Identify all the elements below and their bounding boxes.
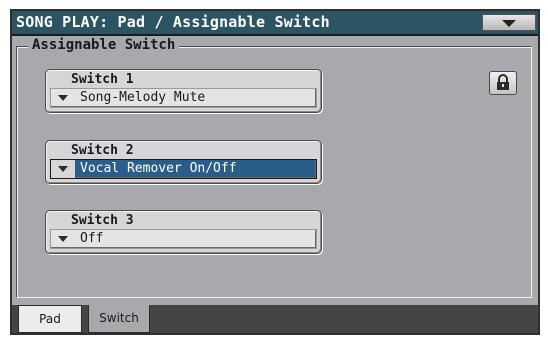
triangle-down-icon <box>58 166 68 172</box>
switch-3-value: Off <box>80 231 104 246</box>
title-bar: SONG PLAY: Pad / Assignable Switch <box>12 11 538 36</box>
lock-icon <box>497 74 509 90</box>
switch-3-dropdown-button[interactable] <box>51 230 75 248</box>
chevron-down-icon <box>502 20 516 27</box>
parameter-lock-button[interactable] <box>489 71 517 95</box>
switch-1-value: Song-Melody Mute <box>80 90 206 105</box>
switch-2-value: Vocal Remover On/Off <box>80 161 237 176</box>
page-title: SONG PLAY: Pad / Assignable Switch <box>16 13 330 31</box>
switch-2-dropdown-button[interactable] <box>51 160 75 178</box>
switch-3-box: Switch 3 Off <box>45 210 322 254</box>
tab-switch[interactable]: Switch <box>88 305 150 333</box>
tab-pad[interactable]: Pad <box>18 305 82 333</box>
tab-bar: Pad Switch <box>12 305 538 333</box>
triangle-down-icon <box>58 95 68 101</box>
switch-1-select[interactable]: Song-Melody Mute <box>50 88 317 108</box>
switch-3-label: Switch 3 <box>71 213 134 228</box>
switch-2-label: Switch 2 <box>71 143 134 158</box>
group-title: Assignable Switch <box>28 37 180 53</box>
switch-1-box: Switch 1 Song-Melody Mute <box>45 69 322 113</box>
triangle-down-icon <box>58 236 68 242</box>
page-menu-button[interactable] <box>482 14 536 31</box>
switch-1-dropdown-button[interactable] <box>51 89 75 107</box>
switch-3-select[interactable]: Off <box>50 229 317 249</box>
app-window: SONG PLAY: Pad / Assignable Switch Assig… <box>10 9 540 335</box>
switch-2-select[interactable]: Vocal Remover On/Off <box>50 159 317 179</box>
switch-2-box: Switch 2 Vocal Remover On/Off <box>45 140 322 184</box>
switch-1-label: Switch 1 <box>71 72 134 87</box>
